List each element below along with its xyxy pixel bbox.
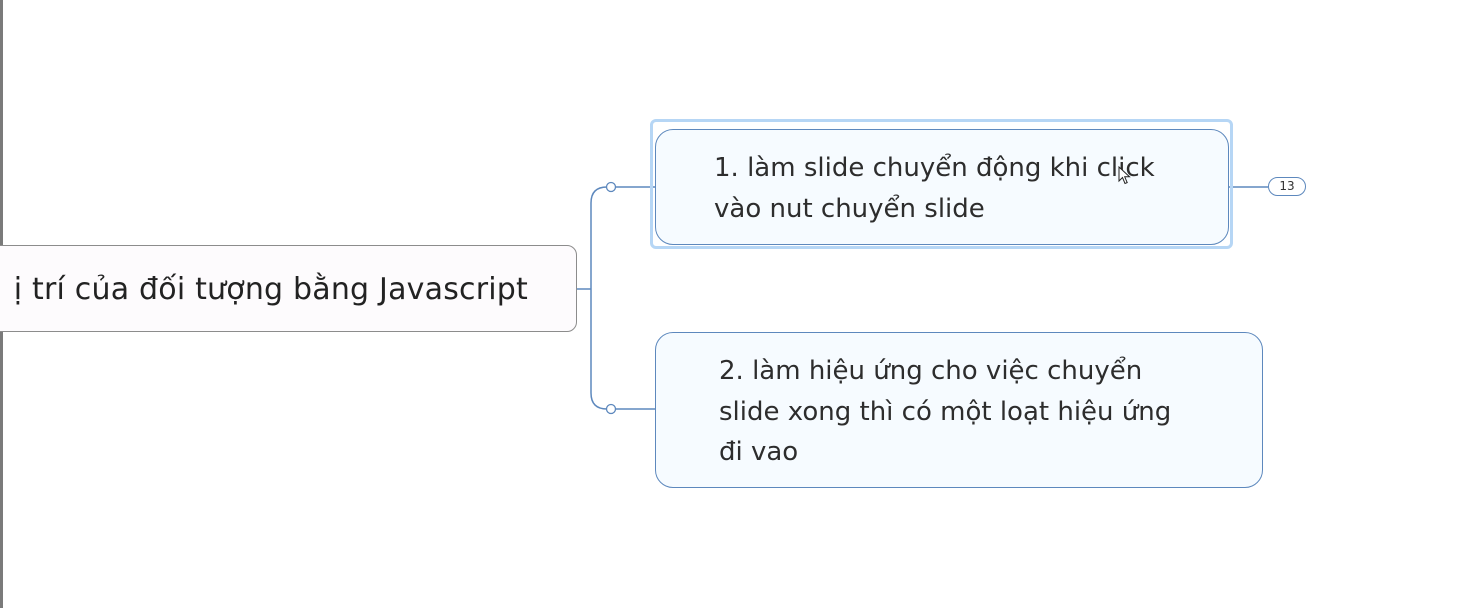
central-topic[interactable]: ị trí của đối tượng bằng Javascript [0, 245, 577, 332]
subtopic-2[interactable]: 2. làm hiệu ứng cho việc chuyển slide xo… [655, 332, 1263, 488]
branch-2-joint-dot [605, 403, 617, 415]
connector-branch-2 [590, 289, 655, 410]
collapsed-count-badge[interactable]: 13 [1268, 177, 1306, 196]
subtopic-2-label: 2. làm hiệu ứng cho việc chuyển slide xo… [719, 356, 1172, 467]
mouse-cursor-icon [1118, 166, 1131, 185]
central-topic-label: ị trí của đối tượng bằng Javascript [13, 272, 528, 307]
mindmap-canvas[interactable]: ị trí của đối tượng bằng Javascript 1. l… [0, 0, 1463, 608]
subtopic-1-label: 1. làm slide chuyển động khi click vào n… [714, 153, 1155, 224]
connector-branch-1 [590, 186, 655, 289]
branch-1-joint-dot [605, 181, 617, 193]
subtopic-1[interactable]: 1. làm slide chuyển động khi click vào n… [655, 129, 1229, 245]
